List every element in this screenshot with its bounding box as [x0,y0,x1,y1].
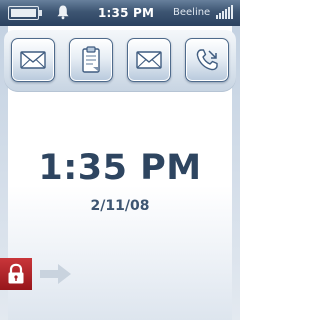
clipboard-icon [82,46,100,73]
lock-button[interactable] [0,258,32,290]
envelope-icon [20,51,46,69]
bell-icon[interactable] [55,4,71,20]
tasks-button[interactable] [69,38,113,82]
signal-strength-icon[interactable] [216,5,234,19]
phone-icon [196,49,218,71]
envelope-icon [136,51,162,69]
call-log-button[interactable] [185,38,229,82]
carrier-name: Beeline [173,7,211,18]
right-arrow-icon[interactable] [38,262,74,286]
email-button[interactable] [127,38,171,82]
clock-time[interactable]: 1:35 PM [0,148,240,188]
status-bar: 1:35 PM Beeline [0,0,240,26]
padlock-icon [8,263,24,284]
clock-date[interactable]: 2/11/08 [0,198,240,214]
home-screen: 1:35 PM Beeline 1:35 PM 2/11/08 [0,0,240,320]
messaging-button[interactable] [11,38,55,82]
battery-icon[interactable] [8,6,42,20]
status-time[interactable]: 1:35 PM [98,6,154,20]
